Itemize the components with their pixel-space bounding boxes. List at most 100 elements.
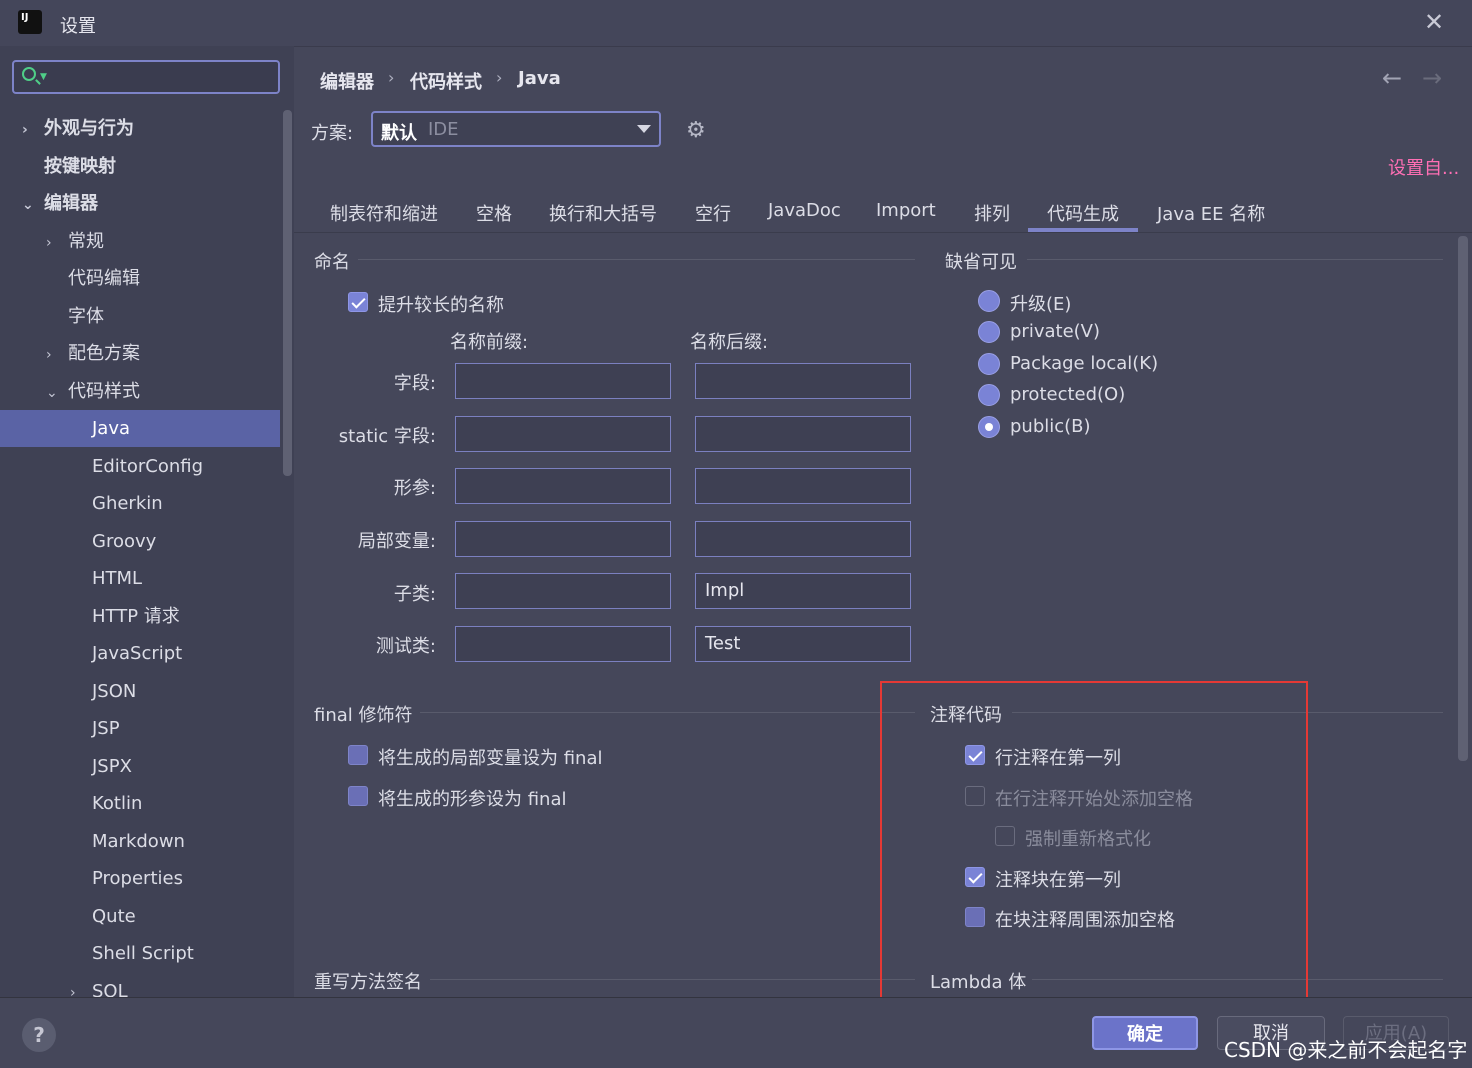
- divider: [420, 712, 915, 713]
- sidebar-item-label: JSON: [92, 681, 137, 702]
- final-section-title: final 修饰符: [314, 705, 413, 726]
- field-suffix-input[interactable]: [695, 363, 911, 399]
- help-icon[interactable]: ?: [22, 1018, 56, 1052]
- sidebar-item-19[interactable]: Markdown: [0, 823, 280, 860]
- tab-code-generation[interactable]: 代码生成: [1047, 200, 1119, 226]
- sidebar-item-9[interactable]: EditorConfig: [0, 448, 280, 485]
- sidebar-item-label: 代码样式: [68, 381, 140, 402]
- window-title: 设置: [60, 16, 96, 37]
- tab-wrapping-braces[interactable]: 换行和大括号: [549, 200, 657, 226]
- sidebar-item-label: HTML: [92, 568, 143, 589]
- chevron-down-icon[interactable]: ▼: [40, 72, 47, 82]
- chevron-right-icon[interactable]: ›: [46, 337, 68, 374]
- subclass-suffix-input[interactable]: Impl: [695, 573, 911, 609]
- breadcrumb-editor[interactable]: 编辑器: [320, 68, 374, 94]
- sidebar-item-label: Gherkin: [92, 493, 163, 514]
- forward-arrow-icon[interactable]: →: [1422, 64, 1442, 92]
- test-class-suffix-input[interactable]: Test: [695, 626, 911, 662]
- visibility-escalate-radio[interactable]: [978, 290, 1000, 312]
- sidebar-item-1[interactable]: 按键映射: [0, 148, 280, 185]
- divider: [358, 259, 915, 260]
- sidebar-item-label: 外观与行为: [44, 118, 134, 139]
- active-tab-indicator: [1028, 228, 1138, 232]
- static-field-suffix-input[interactable]: [695, 416, 911, 452]
- parameter-prefix-input[interactable]: [455, 468, 671, 504]
- visibility-private-label: private(V): [1010, 321, 1100, 342]
- local-variable-prefix-input[interactable]: [455, 521, 671, 557]
- override-section-title: 重写方法签名: [314, 972, 422, 993]
- sidebar-item-12[interactable]: HTML: [0, 560, 280, 597]
- set-from-link[interactable]: 设置自...: [1388, 154, 1459, 180]
- chevron-down-icon[interactable]: ⌄: [46, 375, 68, 412]
- test-class-prefix-input[interactable]: [455, 626, 671, 662]
- tab-javadoc[interactable]: JavaDoc: [768, 200, 841, 221]
- visibility-public-radio[interactable]: [978, 416, 1000, 438]
- sidebar-item-22[interactable]: Shell Script: [0, 935, 280, 972]
- search-icon: [22, 67, 36, 81]
- close-icon[interactable]: ✕: [1424, 8, 1444, 36]
- static-field-label: static 字段:: [338, 426, 436, 447]
- content-scrollbar[interactable]: [1458, 236, 1468, 761]
- chevron-down-icon[interactable]: ⌄: [22, 187, 44, 224]
- sidebar-item-11[interactable]: Groovy: [0, 523, 280, 560]
- sidebar-item-7[interactable]: ⌄ 代码样式: [0, 373, 280, 410]
- final-local-variable-checkbox[interactable]: [348, 745, 368, 765]
- sidebar-item-label: 字体: [68, 306, 104, 327]
- tab-blank-lines[interactable]: 空行: [695, 200, 731, 226]
- chevron-right-icon[interactable]: ›: [46, 225, 68, 262]
- sidebar-item-18[interactable]: Kotlin: [0, 785, 280, 822]
- tab-imports[interactable]: Import: [876, 200, 936, 221]
- sidebar-item-17[interactable]: JSPX: [0, 748, 280, 785]
- sidebar-item-label: JSP: [92, 718, 120, 739]
- prefer-longer-checkbox[interactable]: [348, 292, 368, 312]
- chevron-down-icon: [637, 125, 651, 133]
- visibility-escalate-label: 升级(E): [1010, 294, 1072, 315]
- field-prefix-input[interactable]: [455, 363, 671, 399]
- sidebar-item-label: EditorConfig: [92, 456, 204, 477]
- ok-button[interactable]: 确定: [1092, 1016, 1198, 1050]
- sidebar-item-0[interactable]: › 外观与行为: [0, 110, 280, 147]
- gear-icon[interactable]: ⚙: [686, 118, 706, 143]
- sidebar-item-2[interactable]: ⌄ 编辑器: [0, 185, 280, 222]
- sidebar-item-6[interactable]: › 配色方案: [0, 335, 280, 372]
- sidebar-item-label: 按键映射: [44, 156, 116, 177]
- intellij-idea-icon: IJ: [14, 6, 42, 34]
- sidebar-item-3[interactable]: › 常规: [0, 223, 280, 260]
- sidebar-item-13[interactable]: HTTP 请求: [0, 598, 280, 635]
- tab-java-ee-names[interactable]: Java EE 名称: [1157, 200, 1265, 226]
- sidebar-item-16[interactable]: JSP: [0, 710, 280, 747]
- sidebar-item-20[interactable]: Properties: [0, 860, 280, 897]
- sidebar-item-label: 代码编辑: [68, 268, 140, 289]
- sidebar-item-15[interactable]: JSON: [0, 673, 280, 710]
- sidebar-item-8[interactable]: Java: [0, 410, 280, 447]
- chevron-right-icon[interactable]: ›: [22, 112, 44, 149]
- final-local-variable-label: 将生成的局部变量设为 final: [378, 748, 603, 769]
- tab-spaces[interactable]: 空格: [476, 200, 512, 226]
- sidebar-item-4[interactable]: 代码编辑: [0, 260, 280, 297]
- breadcrumb-java: Java: [518, 68, 561, 89]
- back-arrow-icon[interactable]: ←: [1382, 64, 1402, 92]
- breadcrumb-code-style[interactable]: 代码样式: [410, 68, 482, 94]
- visibility-private-radio[interactable]: [978, 321, 1000, 343]
- search-input[interactable]: ▼: [12, 60, 280, 94]
- sidebar-item-label: Qute: [92, 906, 136, 927]
- scheme-dropdown[interactable]: 默认 IDE: [371, 111, 661, 147]
- naming-section-title: 命名: [314, 252, 350, 273]
- parameter-label: 形参:: [393, 478, 436, 499]
- subclass-prefix-input[interactable]: [455, 573, 671, 609]
- sidebar-scrollbar[interactable]: [283, 110, 292, 476]
- visibility-protected-radio[interactable]: [978, 384, 1000, 406]
- local-variable-suffix-input[interactable]: [695, 521, 911, 557]
- tab-tabs-indents[interactable]: 制表符和缩进: [330, 200, 438, 226]
- final-parameter-checkbox[interactable]: [348, 786, 368, 806]
- prefer-longer-label: 提升较长的名称: [378, 295, 504, 316]
- visibility-package-local-radio[interactable]: [978, 353, 1000, 375]
- sidebar-item-5[interactable]: 字体: [0, 298, 280, 335]
- tab-arrangement[interactable]: 排列: [974, 200, 1010, 226]
- local-variable-label: 局部变量:: [357, 531, 436, 552]
- sidebar-item-21[interactable]: Qute: [0, 898, 280, 935]
- sidebar-item-14[interactable]: JavaScript: [0, 635, 280, 672]
- parameter-suffix-input[interactable]: [695, 468, 911, 504]
- static-field-prefix-input[interactable]: [455, 416, 671, 452]
- sidebar-item-10[interactable]: Gherkin: [0, 485, 280, 522]
